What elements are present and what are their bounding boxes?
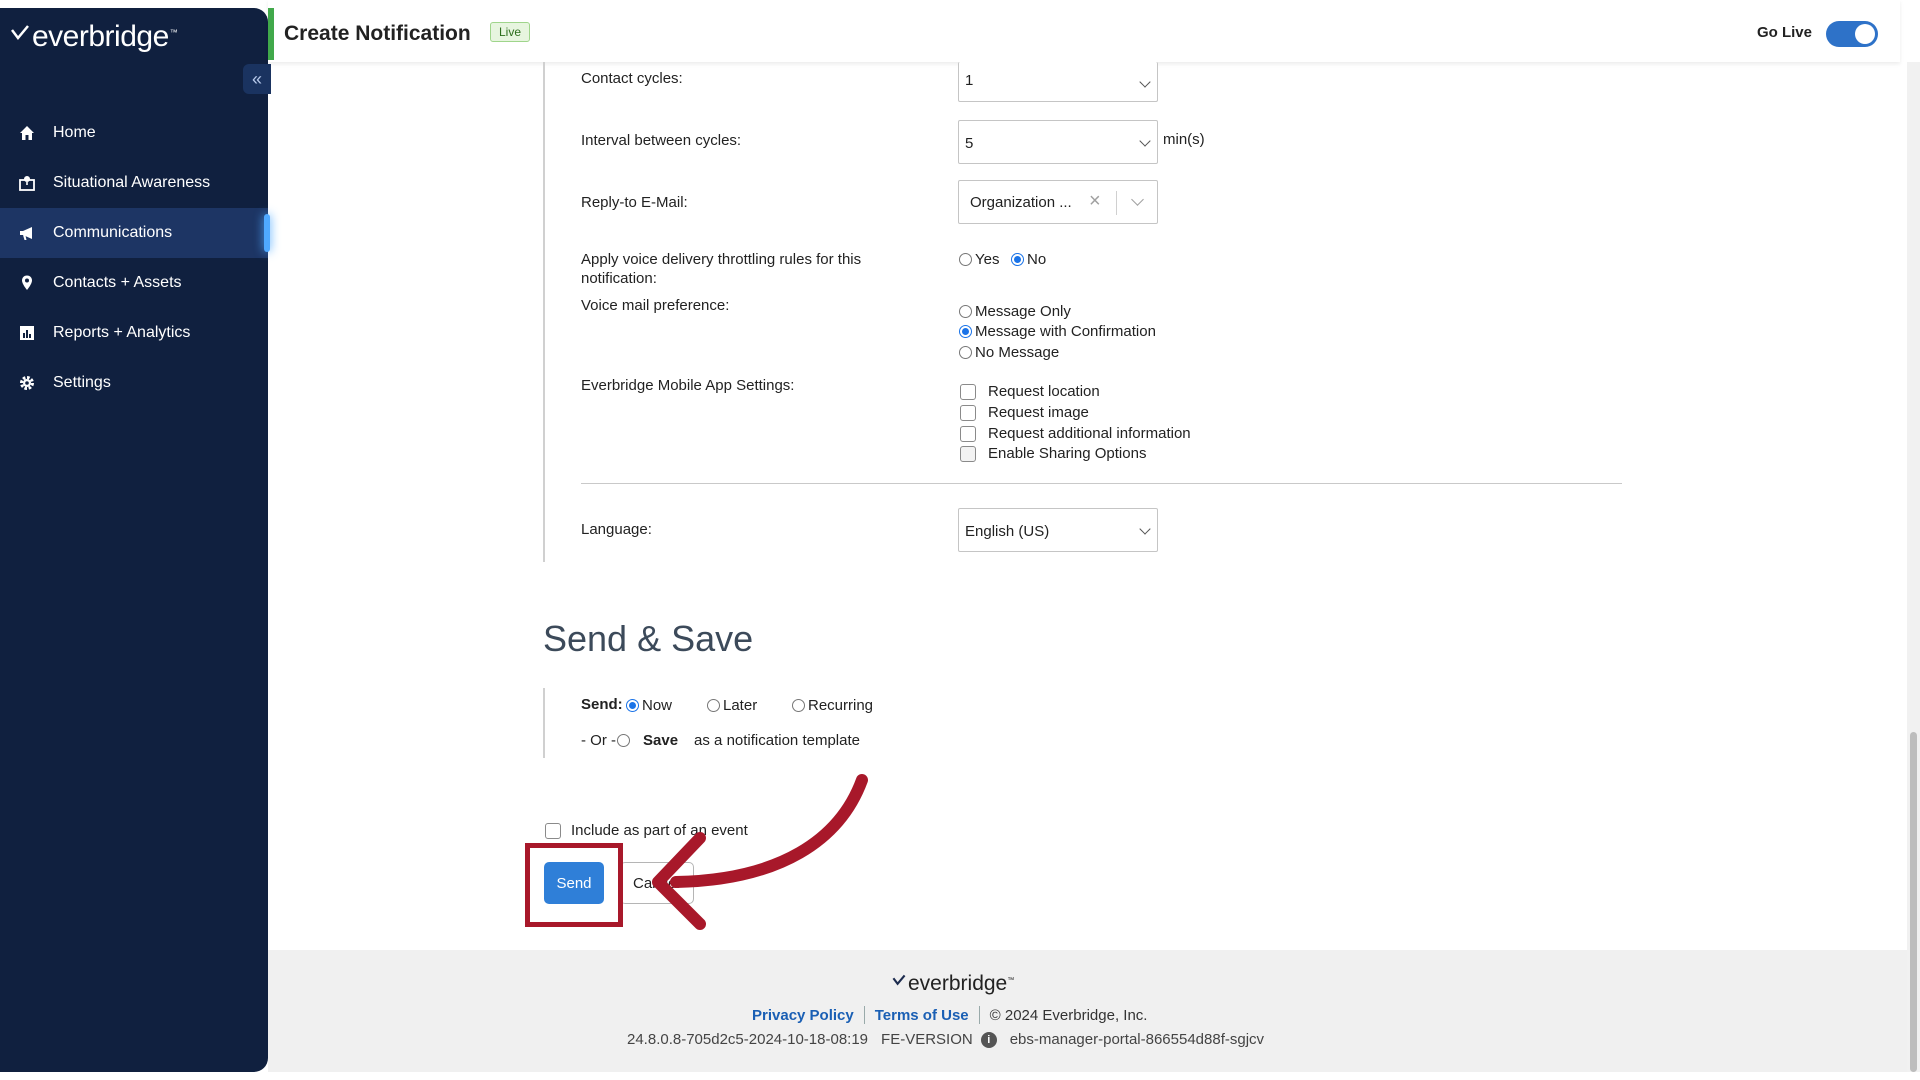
voicemail-no-message-option[interactable]: No Message <box>959 344 1059 361</box>
request-additional-info-option[interactable]: Request additional information <box>960 425 1191 442</box>
throttle-yes-radio[interactable] <box>959 253 972 266</box>
build-version: 24.8.0.8-705d2c5-2024-10-18-08:19 <box>627 1031 869 1048</box>
send-save-title: Send & Save <box>543 618 754 659</box>
send-label: Send: <box>581 696 623 713</box>
footer-everbridge-logo: everbridge ™ <box>892 972 1014 996</box>
voicemail-message-only-radio[interactable] <box>959 305 972 318</box>
fe-version-label: FE-VERSION <box>881 1031 973 1048</box>
interval-unit: min(s) <box>1163 131 1205 148</box>
everbridge-logo[interactable]: everbridge ™ <box>10 22 178 52</box>
request-image-option[interactable]: Request image <box>960 404 1089 421</box>
version-info: 24.8.0.8-705d2c5-2024-10-18-08:19 FE-VER… <box>627 1031 1277 1048</box>
throttle-yes-option[interactable]: Yes <box>959 251 999 268</box>
include-event-checkbox[interactable] <box>545 822 561 839</box>
reply-to-value: Organization ... <box>970 194 1072 211</box>
chevron-down-icon[interactable] <box>1131 193 1144 206</box>
interval-value: 5 <box>965 135 974 152</box>
terms-of-use-link[interactable]: Terms of Use <box>875 1007 969 1024</box>
request-location-checkbox[interactable] <box>960 383 976 400</box>
info-icon[interactable]: i <box>980 1031 997 1048</box>
language-select[interactable]: English (US) <box>958 508 1158 552</box>
mobile-settings-label: Everbridge Mobile App Settings: <box>581 377 795 394</box>
send-later-option[interactable]: Later <box>707 697 757 714</box>
section-divider <box>581 483 1622 484</box>
privacy-policy-link[interactable]: Privacy Policy <box>752 1007 854 1024</box>
copyright-text: © 2024 Everbridge, Inc. <box>989 1006 1148 1024</box>
request-image-checkbox[interactable] <box>960 404 976 421</box>
or-label: - Or - <box>581 732 616 749</box>
request-location-option[interactable]: Request location <box>960 383 1100 400</box>
reply-to-label: Reply-to E-Mail: <box>581 194 688 211</box>
page-header: Create Notification Live Go Live <box>268 0 1900 62</box>
throttle-no-option[interactable]: No <box>1011 251 1046 268</box>
chevron-down-icon <box>1139 76 1151 88</box>
sidebar-item-situational-awareness[interactable]: Situational Awareness <box>0 158 268 208</box>
sidebar-item-settings[interactable]: Settings <box>0 358 268 408</box>
footer-links: Privacy Policy Terms of Use © 2024 Everb… <box>752 1006 1147 1024</box>
request-additional-info-checkbox[interactable] <box>960 425 976 442</box>
home-icon <box>18 124 36 142</box>
enable-sharing-checkbox[interactable] <box>960 445 976 462</box>
go-live-toggle[interactable] <box>1826 21 1878 47</box>
bar-chart-icon <box>18 324 36 342</box>
voicemail-message-confirmation-option[interactable]: Message with Confirmation <box>959 323 1156 340</box>
logo-check-icon <box>892 974 906 986</box>
map-icon <box>18 174 36 192</box>
annotation-arrow-icon <box>652 774 868 930</box>
brand-name: everbridge <box>32 20 169 53</box>
chevron-down-icon <box>1139 523 1151 535</box>
instance-id: ebs-manager-portal-866554d88f-sgjcv <box>1009 1031 1265 1048</box>
page-scrollbar[interactable] <box>1907 62 1920 1072</box>
interval-label: Interval between cycles: <box>581 132 742 149</box>
double-chevron-left-icon: « <box>251 68 262 89</box>
voicemail-no-message-radio[interactable] <box>959 346 972 359</box>
language-value: English (US) <box>965 523 1050 540</box>
megaphone-icon <box>18 224 36 242</box>
save-template-option[interactable]: Save as a notification template <box>617 732 860 749</box>
page-footer: everbridge ™ Privacy Policy Terms of Use… <box>268 950 1907 1072</box>
logo-check-icon <box>11 25 29 41</box>
sidebar-item-label: Reports + Analytics <box>53 324 191 341</box>
sidebar-nav: Home Situational Awareness Communication… <box>0 108 270 408</box>
sidebar-item-reports-analytics[interactable]: Reports + Analytics <box>0 308 268 358</box>
voicemail-message-confirmation-radio[interactable] <box>959 325 972 338</box>
sidebar-item-label: Contacts + Assets <box>53 274 182 291</box>
reply-to-select[interactable]: Organization ... × <box>958 180 1158 224</box>
contact-cycles-select[interactable]: 1 <box>958 62 1158 102</box>
throttle-label: Apply voice delivery throttling rules fo… <box>581 251 862 287</box>
sidebar-item-label: Home <box>53 124 96 141</box>
page-title: Create Notification <box>284 22 471 45</box>
collapse-sidebar-button[interactable]: « <box>243 64 271 94</box>
status-badge: Live <box>490 22 531 42</box>
send-later-radio[interactable] <box>707 699 720 712</box>
sidebar-item-home[interactable]: Home <box>0 108 268 158</box>
scrollbar-thumb[interactable] <box>1910 732 1917 1072</box>
sidebar: everbridge ™ « Home Situational Awarenes… <box>0 8 271 1072</box>
send-recurring-radio[interactable] <box>792 699 805 712</box>
location-pin-icon <box>18 274 36 292</box>
sidebar-item-contacts-assets[interactable]: Contacts + Assets <box>0 258 268 308</box>
save-template-radio[interactable] <box>617 734 630 747</box>
contact-cycles-label: Contact cycles: <box>581 70 683 87</box>
gear-icon <box>18 374 36 392</box>
enable-sharing-option[interactable]: Enable Sharing Options <box>960 445 1146 462</box>
go-live-label: Go Live <box>1756 24 1812 41</box>
language-label: Language: <box>581 521 652 538</box>
chevron-down-icon <box>1139 135 1151 147</box>
sidebar-item-label: Situational Awareness <box>53 174 211 191</box>
voicemail-message-only-option[interactable]: Message Only <box>959 303 1071 320</box>
sidebar-item-label: Settings <box>53 374 111 391</box>
interval-select[interactable]: 5 <box>958 120 1158 164</box>
contact-cycles-value: 1 <box>965 72 974 89</box>
send-now-option[interactable]: Now <box>626 697 672 714</box>
sidebar-item-communications[interactable]: Communications <box>0 208 270 258</box>
send-now-radio[interactable] <box>626 699 639 712</box>
clear-icon[interactable]: × <box>1089 190 1101 213</box>
voicemail-label: Voice mail preference: <box>581 297 730 314</box>
footer-brand-name: everbridge <box>908 972 1008 995</box>
sidebar-item-label: Communications <box>53 224 173 241</box>
throttle-no-radio[interactable] <box>1011 253 1024 266</box>
live-indicator-bar <box>268 8 274 60</box>
send-recurring-option[interactable]: Recurring <box>792 697 873 714</box>
